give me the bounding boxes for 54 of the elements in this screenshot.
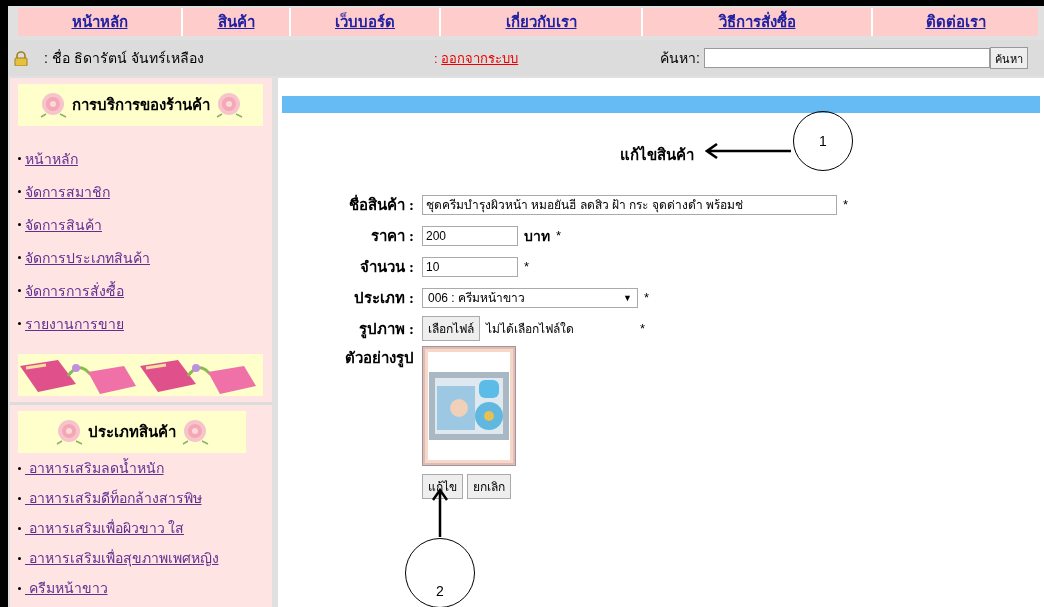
input-field[interactable]: 200 [422, 225, 518, 246]
search-button[interactable]: ค้นหา [989, 47, 1028, 69]
choose-file-button[interactable]: เลือกไฟล์ [422, 316, 480, 341]
field-label: ราคา : [370, 226, 414, 246]
required-mark: * [556, 228, 562, 243]
bullet-icon [18, 322, 21, 325]
sidebar-link[interactable]: จัดการสินค้า [25, 213, 102, 236]
required-mark: * [524, 259, 530, 274]
bullet-icon [18, 556, 21, 560]
user-name: : ชื่อ ธิดารัตน์ จันทร์เหลือง [44, 48, 205, 68]
sidebar-link[interactable]: หน้าหลัก [25, 147, 78, 170]
required-mark: * [843, 197, 849, 212]
required-mark: * [640, 321, 646, 336]
sidebar-link[interactable]: อาหารเสริมลดน้ำหนัก [25, 457, 164, 479]
bullet-icon [18, 157, 21, 160]
bullet-icon [18, 526, 21, 530]
field-label: ประเภท : [353, 288, 414, 308]
bullet-icon [18, 586, 21, 590]
section-title: ประเภทสินค้า [88, 422, 176, 442]
field-label: จำนวน : [359, 257, 414, 277]
sidebar-link[interactable]: อาหารเสริมเพื่อสุขภาพเพศหญิง [25, 547, 219, 569]
flower-icon [180, 419, 210, 445]
sidebar-link[interactable]: รายงานการขาย [25, 312, 124, 335]
sidebar-link[interactable]: อาหารเสริมดีท็อกล้างสารพิษ [25, 487, 202, 509]
form-button[interactable]: แก้ไข [422, 474, 463, 499]
field-label: ชื่อสินค้า : [348, 193, 414, 215]
sidebar-link[interactable]: จัดการประเภทสินค้า [25, 246, 150, 269]
bullet-icon [18, 223, 21, 226]
input-field[interactable]: 10 [422, 256, 518, 277]
bullet-icon [18, 466, 21, 470]
bullet-icon [18, 496, 21, 500]
category-dropdown[interactable]: 006 : ครีมหน้าขาว ▼ [422, 287, 638, 308]
search-field[interactable] [703, 48, 990, 68]
arrow-icon [705, 143, 793, 159]
section-title: การบริการของร้านค้า [71, 95, 210, 115]
sidebar-link[interactable]: อาหารเสริมเพื่อผิวขาว ใส [25, 517, 184, 539]
bullet-icon [18, 256, 21, 259]
sidebar-link[interactable]: จัดการสมาชิก [25, 180, 110, 203]
sidebar-link[interactable]: จัดการการสั่งซื้อ [25, 279, 124, 302]
field-label: รูปภาพ : [358, 319, 414, 341]
form-title: แก้ไขสินค้า [620, 144, 694, 165]
input-field[interactable]: ชุดครีมบำรุงผิวหน้า หมอยันฮี ลดสิว ฝ้า กระ จุดด่างดำ พร้อมช่ [422, 194, 837, 215]
file-status: ไม่ได้เลือกไฟล์ใด [486, 321, 574, 338]
field-label: ตัวอย่างรูป [344, 349, 414, 370]
bullet-icon [18, 289, 21, 292]
separator: : [434, 50, 438, 66]
search-label: ค้นหา: [660, 49, 700, 68]
sidebar-link[interactable]: ครีมหน้าขาว [25, 577, 108, 599]
bullet-icon [18, 190, 21, 193]
form-button[interactable]: ยกเลิก [467, 474, 511, 499]
lock-icon [14, 50, 28, 66]
flower-icon [54, 419, 84, 445]
unit-label: บาท [524, 227, 550, 246]
required-mark: * [644, 290, 650, 305]
